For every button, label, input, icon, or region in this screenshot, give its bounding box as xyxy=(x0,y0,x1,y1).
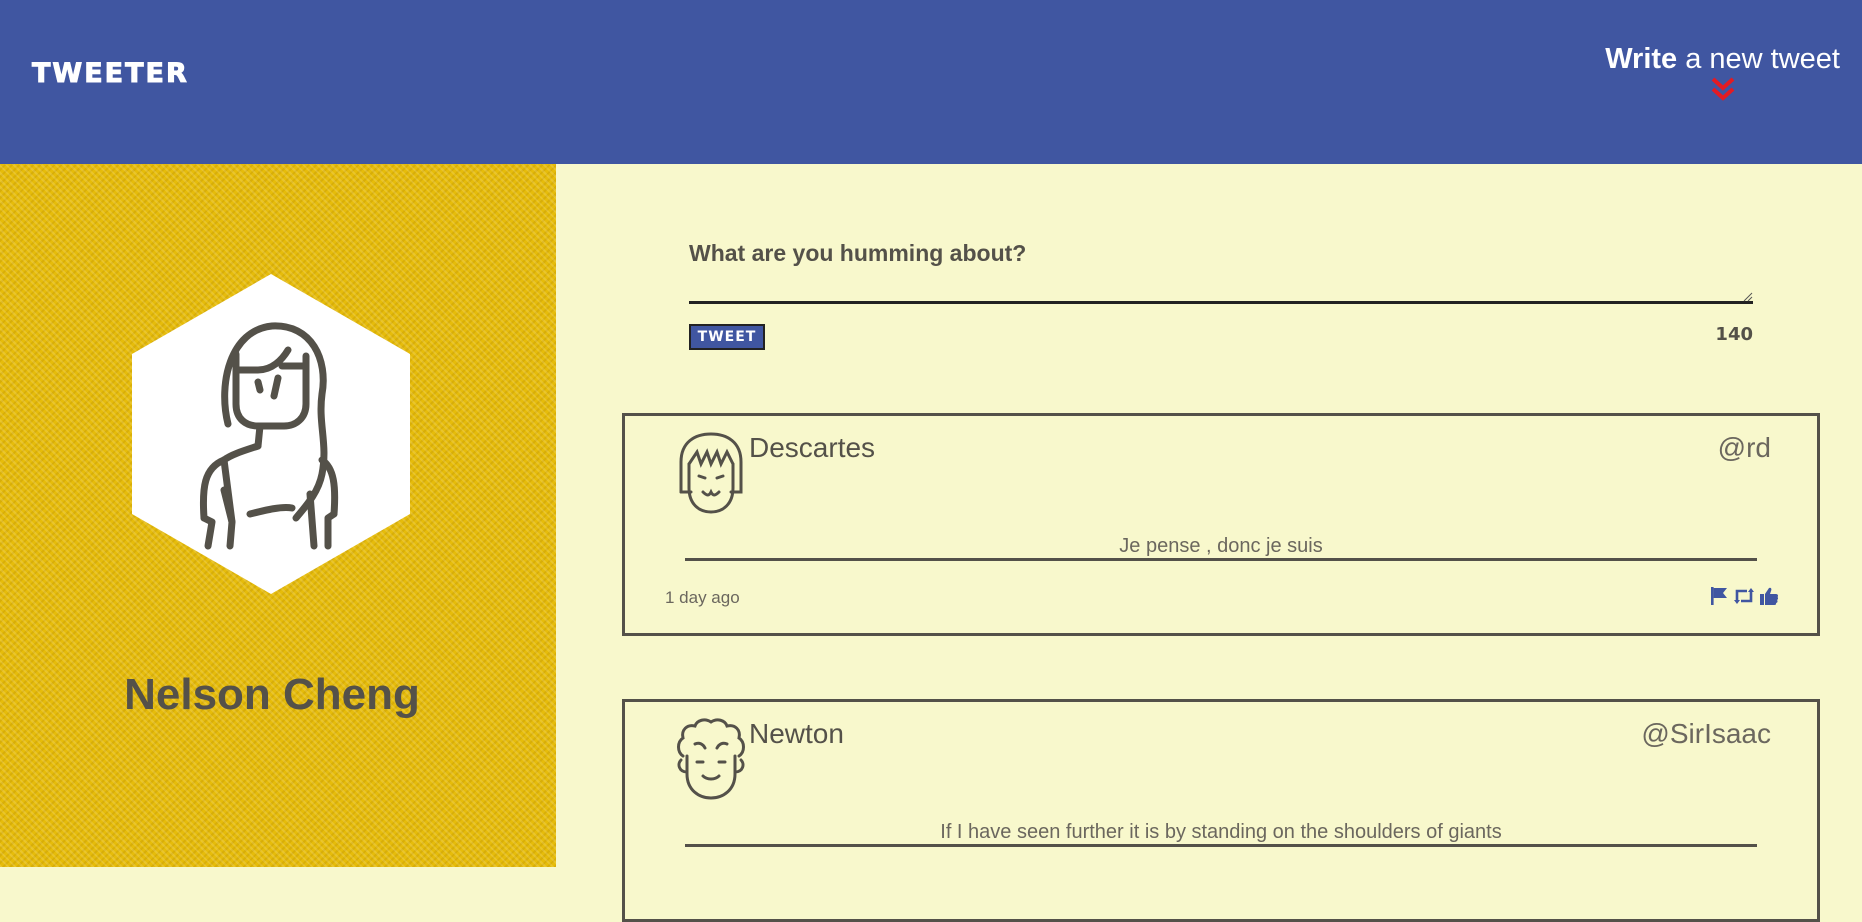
profile-name: Nelson Cheng xyxy=(124,670,420,719)
tweet-textarea[interactable] xyxy=(689,274,1753,304)
girl-face-avatar-icon xyxy=(679,432,743,514)
top-nav: TWEETER Write a new tweet xyxy=(0,0,1862,164)
compose-toggle-bold: Write xyxy=(1605,43,1678,75)
profile-avatar xyxy=(132,274,410,594)
resize-grip-icon[interactable] xyxy=(1743,292,1753,302)
curly-hair-face-avatar-icon xyxy=(677,718,745,800)
woman-avatar-icon xyxy=(132,274,410,594)
tweet-composer: What are you humming about? TWEET 140 xyxy=(689,240,1753,350)
tweet-author-name: Newton xyxy=(749,718,844,749)
write-new-tweet-button[interactable]: Write a new tweet xyxy=(1605,42,1840,102)
composer-label: What are you humming about? xyxy=(689,240,1027,266)
profile-panel: Nelson Cheng xyxy=(0,164,556,867)
tweet-card: Descartes @rd Je pense , donc je suis 1 … xyxy=(622,413,1820,636)
brand-logo[interactable]: TWEETER xyxy=(32,58,189,90)
tweet-author-name: Descartes xyxy=(749,432,876,463)
tweet-card: Newton @SirIsaac If I have seen further … xyxy=(622,699,1820,922)
tweet-author-handle: @rd xyxy=(1717,432,1771,463)
tweet-timestamp: 1 day ago xyxy=(665,588,740,607)
like-icon[interactable] xyxy=(1759,586,1779,606)
main-content: What are you humming about? TWEET 140 De… xyxy=(556,164,1862,922)
tweet-text: Je pense , donc je suis xyxy=(685,534,1757,561)
tweet-actions xyxy=(1709,586,1779,606)
character-counter: 140 xyxy=(1715,324,1753,345)
double-chevron-down-icon xyxy=(1711,77,1734,101)
retweet-icon[interactable] xyxy=(1733,586,1755,606)
tweet-button[interactable]: TWEET xyxy=(689,324,765,350)
tweet-text: If I have seen further it is by standing… xyxy=(685,820,1757,847)
compose-toggle-rest: a new tweet xyxy=(1677,43,1840,75)
tweet-author-handle: @SirIsaac xyxy=(1641,718,1771,749)
flag-icon[interactable] xyxy=(1709,586,1729,606)
